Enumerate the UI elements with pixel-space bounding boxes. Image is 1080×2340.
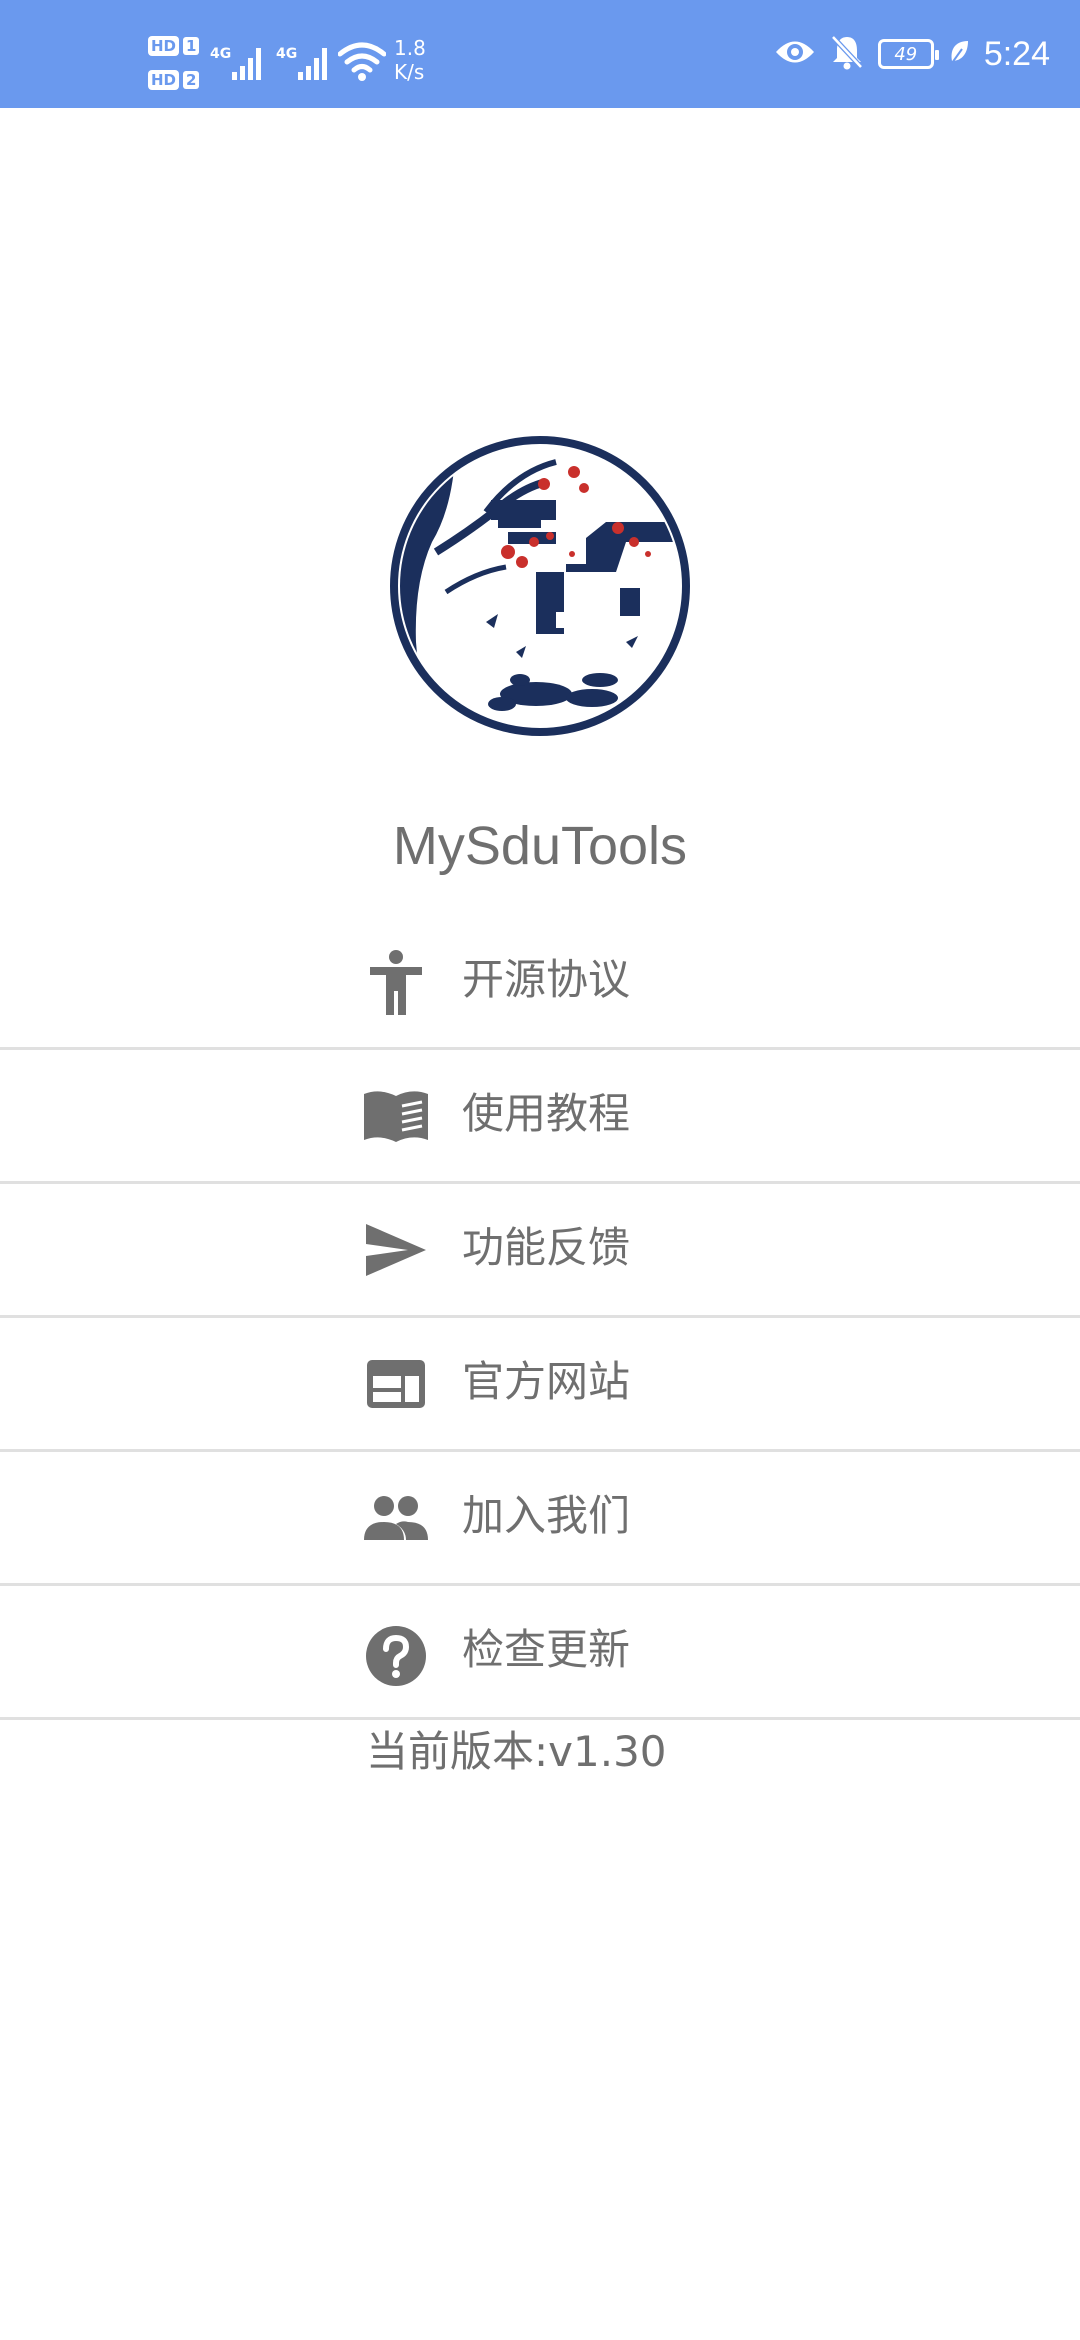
network-speed: 1.8 K/s xyxy=(394,36,426,84)
accessibility-person-icon xyxy=(360,946,432,1018)
send-icon xyxy=(360,1214,432,1286)
sim-1-badge: 1 xyxy=(183,37,200,55)
clock-time: 5:24 xyxy=(983,34,1050,73)
menu-item-feedback[interactable]: 功能反馈 xyxy=(0,1184,1080,1318)
battery-indicator: 49 xyxy=(877,39,939,69)
menu-item-label: 使用教程 xyxy=(462,1089,631,1138)
menu-item-label: 检查更新 xyxy=(462,1625,631,1674)
version-text: 当前版本:v1.30 xyxy=(366,1727,667,1776)
status-bar: HD 1 HD 2 4G 4G 1.8 K/s 49 5:24 xyxy=(0,0,1080,108)
group-icon xyxy=(360,1482,432,1554)
menu-item-join-us[interactable]: 加入我们 xyxy=(0,1452,1080,1586)
hd-badge-1: HD xyxy=(148,36,180,56)
help-circle-icon xyxy=(360,1620,432,1692)
bell-off-icon xyxy=(830,34,864,74)
network-speed-unit: K/s xyxy=(394,60,425,84)
menu-item-label: 功能反馈 xyxy=(462,1223,631,1272)
menu-item-label: 开源协议 xyxy=(462,955,631,1004)
app-name: MySduTools xyxy=(392,816,688,876)
menu-list: 开源协议 使用教程 功能反馈 官方网站 加入我们 检查更新 xyxy=(0,916,1080,1720)
book-icon xyxy=(360,1080,432,1152)
status-right-group: 49 5:24 xyxy=(774,30,1050,78)
signal-2-icon: 4G xyxy=(276,40,334,84)
network-speed-value: 1.8 xyxy=(394,36,426,60)
leaf-icon xyxy=(948,39,970,69)
menu-item-check-update[interactable]: 检查更新 xyxy=(0,1586,1080,1720)
wifi-icon xyxy=(337,42,387,86)
menu-item-label: 加入我们 xyxy=(462,1491,631,1540)
signal-1-icon: 4G xyxy=(210,40,268,84)
sim-2-badge: 2 xyxy=(183,71,200,89)
menu-item-label: 官方网站 xyxy=(462,1357,631,1406)
menu-item-website[interactable]: 官方网站 xyxy=(0,1318,1080,1452)
menu-item-license[interactable]: 开源协议 xyxy=(0,916,1080,1050)
sim-hd-indicators: HD 1 HD 2 xyxy=(148,32,202,96)
hd-badge-2: HD xyxy=(148,70,180,90)
eye-icon xyxy=(774,37,816,71)
web-window-icon xyxy=(360,1348,432,1420)
app-logo xyxy=(386,432,694,740)
menu-item-tutorial[interactable]: 使用教程 xyxy=(0,1050,1080,1184)
